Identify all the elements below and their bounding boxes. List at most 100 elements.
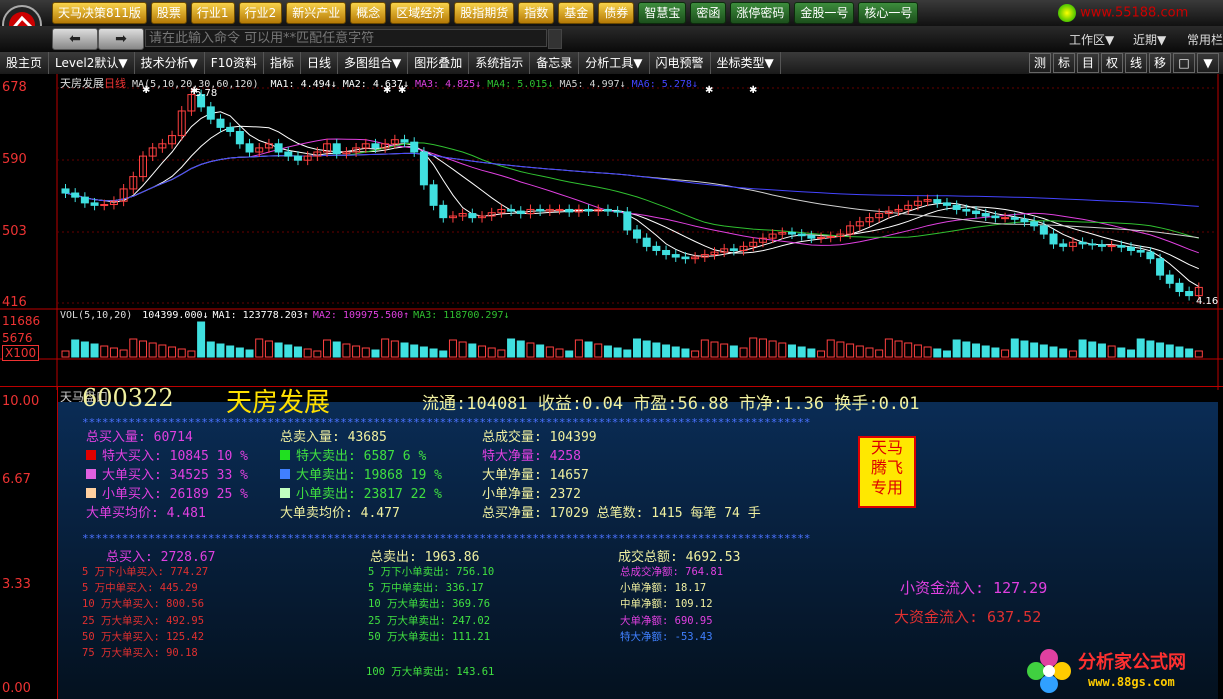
candle-body (371, 143, 380, 149)
volume-bar (584, 341, 593, 358)
candle-body (671, 254, 680, 258)
workarea-menu[interactable]: 工作区▼ (1069, 31, 1114, 48)
volume-bar (720, 343, 729, 358)
volume-bar (1146, 340, 1155, 358)
deal-total: 成交总额: 4692.53 (618, 550, 741, 565)
toolbar-right-button[interactable]: □ (1173, 53, 1195, 73)
candle-body (1010, 217, 1019, 220)
menu-item[interactable]: 股票 (150, 2, 187, 24)
toolbar-item[interactable]: 系统指示 (469, 52, 531, 74)
toolbar-item[interactable]: 闪电预警 (650, 52, 711, 74)
back-button[interactable]: ⬅ (52, 28, 98, 50)
volume-bar (138, 340, 147, 358)
recent-menu[interactable]: 近期▼ (1133, 31, 1166, 48)
candle-body (555, 208, 564, 211)
tianma-stamp: 天马 腾飞 专用 (858, 436, 916, 508)
volume-bar (381, 338, 390, 358)
panel-stat: 大单买入: 34525 33 % (86, 466, 248, 485)
menu-item[interactable]: 核心一号 (858, 2, 919, 24)
candle-body (1088, 243, 1097, 246)
volume-bar (826, 339, 835, 358)
volume-bar (1010, 338, 1019, 358)
volume-bar (1127, 349, 1136, 358)
volume-bar (913, 344, 922, 358)
volume-bar (1185, 348, 1194, 358)
menu-item[interactable]: 智慧宝 (638, 2, 687, 24)
menu-item[interactable]: 涨停密码 (730, 2, 791, 24)
toolbar-right-button[interactable]: 目 (1077, 53, 1099, 73)
menu-item[interactable]: 债券 (598, 2, 635, 24)
toolbar-item[interactable]: 坐标类型▼ (711, 52, 781, 74)
command-dropdown-icon[interactable] (548, 29, 562, 49)
toolbar-item[interactable]: 多图组合▼ (338, 52, 409, 74)
volume-bar (642, 340, 651, 358)
toolbar-right-button[interactable]: ▼ (1197, 53, 1219, 73)
menu-item[interactable]: 新兴产业 (286, 2, 347, 24)
sell-total: 总卖出: 1963.86 (370, 550, 480, 565)
vol-value: MA2: 109975.500↑ (312, 310, 410, 321)
volume-bar (594, 343, 603, 358)
menu-item[interactable]: 股指期货 (454, 2, 515, 24)
volume-bar (739, 347, 748, 358)
candle-body (729, 248, 738, 251)
toolbar-item[interactable]: 股主页 (0, 52, 50, 74)
volume-bar (235, 347, 244, 358)
panel-stat: 小单净量: 2372 (482, 485, 761, 504)
candle-body (565, 208, 574, 213)
chart-toolbar: 股主页 Level2默认▼ 技术分析▼ F10资料 指标 日线 多图组合▼ 图形叠加 系统指示备… (0, 52, 1223, 74)
menu-item[interactable]: 指数 (518, 2, 555, 24)
common-menu[interactable]: 常用栏 (1187, 31, 1223, 48)
toolbar-item[interactable]: 指标 (264, 52, 301, 74)
stamp-line: 腾飞 (870, 458, 903, 477)
candle-body (1049, 233, 1058, 245)
candle-body (1127, 246, 1136, 251)
toolbar-item[interactable]: 图形叠加 (408, 52, 470, 74)
site-watermark: www.55188.com (1058, 4, 1218, 24)
menu-item[interactable]: 金股一号 (794, 2, 855, 24)
toolbar-item[interactable]: Level2默认▼ (49, 52, 135, 74)
volume-bar (197, 321, 206, 358)
volume-bar (342, 343, 351, 358)
candle-body (662, 249, 671, 256)
menu-item[interactable]: 区域经济 (390, 2, 451, 24)
volume-bar (933, 348, 942, 358)
volume-bar (100, 345, 109, 358)
panel-stat: 小单卖出: 23817 22 % (280, 485, 442, 504)
toolbar-item[interactable]: 日线 (301, 52, 339, 74)
flow-row: 大单净额: 690.95 (620, 614, 713, 627)
menu-item[interactable]: 基金 (558, 2, 595, 24)
menu-item[interactable]: 天马决策811版 (52, 2, 147, 24)
stamp-line: 天马 (870, 438, 903, 457)
menu-item[interactable]: 行业2 (238, 2, 283, 24)
volume-bar (1088, 341, 1097, 358)
volume-bar (807, 348, 816, 358)
volume-bar (332, 341, 341, 358)
menu-item[interactable]: 行业1 (190, 2, 235, 24)
command-input[interactable]: 请在此输入命令 可以用**匹配任意字符 (145, 29, 547, 47)
toolbar-right-button[interactable]: 线 (1125, 53, 1147, 73)
candle-body (623, 211, 632, 231)
panel-stat: 大单净量: 14657 (482, 466, 761, 485)
forward-button[interactable]: ➡ (98, 28, 144, 50)
menu-item[interactable]: 概念 (350, 2, 387, 24)
toolbar-item[interactable]: 分析工具▼ (579, 52, 650, 74)
kline-chart[interactable]: ✱ ✱ ✱ ✱ ✱ ✱ 678 590 503 416 11686 5676 X100 天… (0, 74, 1223, 390)
toolbar-item[interactable]: 技术分析▼ (135, 52, 205, 74)
toolbar-item[interactable]: 备忘录 (530, 52, 580, 74)
ma-value: MA1: 4.494↓ (270, 79, 337, 90)
toolbar-right-button[interactable]: 移 (1149, 53, 1171, 73)
toolbar-right-button[interactable]: 测 (1029, 53, 1051, 73)
small-fund-inflow: 小资金流入: 127.29 (900, 579, 1048, 597)
volume-bar (991, 347, 1000, 358)
volume-bar (1156, 342, 1165, 358)
toolbar-item[interactable]: F10资料 (205, 52, 264, 74)
brand-url: www.88gs.com (1088, 675, 1175, 689)
toolbar-right-button[interactable]: 标 (1053, 53, 1075, 73)
legend-square (86, 450, 96, 460)
candle-body (942, 202, 951, 206)
toolbar-right-button[interactable]: 权 (1101, 53, 1123, 73)
volume-bar (1136, 338, 1145, 358)
menu-item[interactable]: 密函 (690, 2, 727, 24)
volume-bar (168, 346, 177, 358)
signal-star: ✱ (705, 85, 713, 96)
